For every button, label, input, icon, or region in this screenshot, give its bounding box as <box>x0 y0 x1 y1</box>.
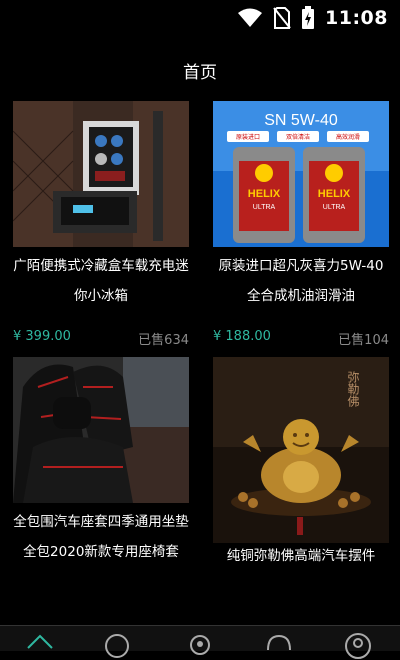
sold-count: 已售634 <box>138 333 189 348</box>
svg-text:ULTRA: ULTRA <box>253 204 276 211</box>
product-image-buddha: 弥勒佛 <box>213 357 389 543</box>
status-bar: 11:08 <box>0 0 400 36</box>
battery-charging-icon <box>302 6 315 29</box>
sold-count: 已售104 <box>338 333 389 348</box>
wifi-icon <box>238 8 263 27</box>
svg-text:HELIX: HELIX <box>248 188 281 200</box>
no-sim-icon <box>273 7 291 29</box>
location-icon[interactable] <box>185 630 215 660</box>
clock: 11:08 <box>325 7 388 29</box>
product-meta: ¥ 188.00 已售104 <box>213 329 389 349</box>
product-card[interactable]: 全包围汽车座套四季通用坐垫全包2020新款专用座椅套 <box>13 357 189 567</box>
svg-text:原装进口: 原装进口 <box>236 133 260 141</box>
svg-text:双倍清洁: 双倍清洁 <box>286 133 310 141</box>
svg-text:HELIX: HELIX <box>318 188 351 200</box>
svg-text:ULTRA: ULTRA <box>323 204 346 211</box>
price: ¥ 188.00 <box>213 329 271 344</box>
product-card[interactable]: 广陌便携式冷藏盒车载充电迷你小冰箱 <box>13 101 189 311</box>
product-card[interactable]: 弥勒佛 纯铜弥勒佛高端汽车摆件 <box>213 357 389 571</box>
bottom-nav <box>0 625 400 659</box>
shop-icon[interactable] <box>102 630 132 660</box>
home-icon[interactable] <box>25 630 55 660</box>
headset-icon[interactable] <box>264 630 294 660</box>
price: ¥ 399.00 <box>13 329 71 344</box>
svg-text:SN 5W-40: SN 5W-40 <box>264 112 338 129</box>
product-meta: ¥ 399.00 已售634 <box>13 329 189 349</box>
product-title: 全包围汽车座套四季通用坐垫全包2020新款专用座椅套 <box>13 514 189 560</box>
svg-text:弥勒佛: 弥勒佛 <box>346 370 360 407</box>
product-image-mini-fridge <box>13 101 189 247</box>
product-title: 广陌便携式冷藏盒车载充电迷你小冰箱 <box>13 258 189 304</box>
svg-text:高效润滑: 高效润滑 <box>336 133 360 141</box>
product-title: 原装进口超凡灰喜力5W-40全合成机油润滑油 <box>218 258 384 304</box>
product-card[interactable]: SN 5W-40 原装进口 双倍清洁 高效润滑 HELIX HELIX ULTR… <box>213 101 389 311</box>
product-grid: 广陌便携式冷藏盒车载充电迷你小冰箱 SN 5W-40 原装进口 双倍清洁 高效润… <box>0 101 400 621</box>
page-title: 首页 <box>183 63 217 83</box>
product-title: 纯铜弥勒佛高端汽车摆件 <box>226 548 376 564</box>
product-image-seat-cover <box>13 357 189 503</box>
profile-icon[interactable] <box>343 630 373 660</box>
product-image-motor-oil: SN 5W-40 原装进口 双倍清洁 高效润滑 HELIX HELIX ULTR… <box>213 101 389 247</box>
